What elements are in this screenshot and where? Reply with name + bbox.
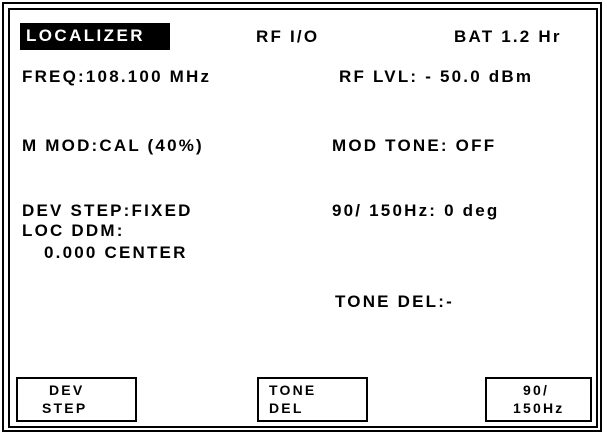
softkey-phase-line2: 150Hz xyxy=(513,400,565,416)
dev-step-readout: DEV STEP:FIXED xyxy=(22,201,193,220)
mode-title-badge: LOCALIZER xyxy=(20,23,170,50)
softkey-tone-del-line2: DEL xyxy=(269,400,304,416)
phase-readout: 90/ 150Hz: 0 deg xyxy=(332,201,500,220)
rf-io-label: RF I/O xyxy=(256,27,320,46)
softkey-phase-line1: 90/ xyxy=(523,382,550,398)
tone-del-readout: TONE DEL:- xyxy=(335,292,454,311)
softkey-dev-step-line1: DEV xyxy=(49,382,85,398)
rf-level-readout: RF LVL: - 50.0 dBm xyxy=(339,67,534,86)
mod-tone-readout: MOD TONE: OFF xyxy=(332,136,497,155)
softkey-tone-del[interactable]: TONE DEL xyxy=(257,377,368,422)
loc-ddm-value: 0.000 CENTER xyxy=(44,243,188,262)
battery-status: BAT 1.2 Hr xyxy=(454,27,562,46)
freq-readout: FREQ:108.100 MHz xyxy=(22,67,212,86)
loc-ddm-label: LOC DDM: xyxy=(22,221,125,240)
softkey-dev-step-line2: STEP xyxy=(42,400,88,416)
mode-title: LOCALIZER xyxy=(26,26,145,45)
softkey-phase[interactable]: 90/ 150Hz xyxy=(485,377,592,422)
softkey-dev-step[interactable]: DEV STEP xyxy=(16,377,137,422)
m-mod-readout: M MOD:CAL (40%) xyxy=(22,136,204,155)
softkey-tone-del-line1: TONE xyxy=(269,382,317,398)
